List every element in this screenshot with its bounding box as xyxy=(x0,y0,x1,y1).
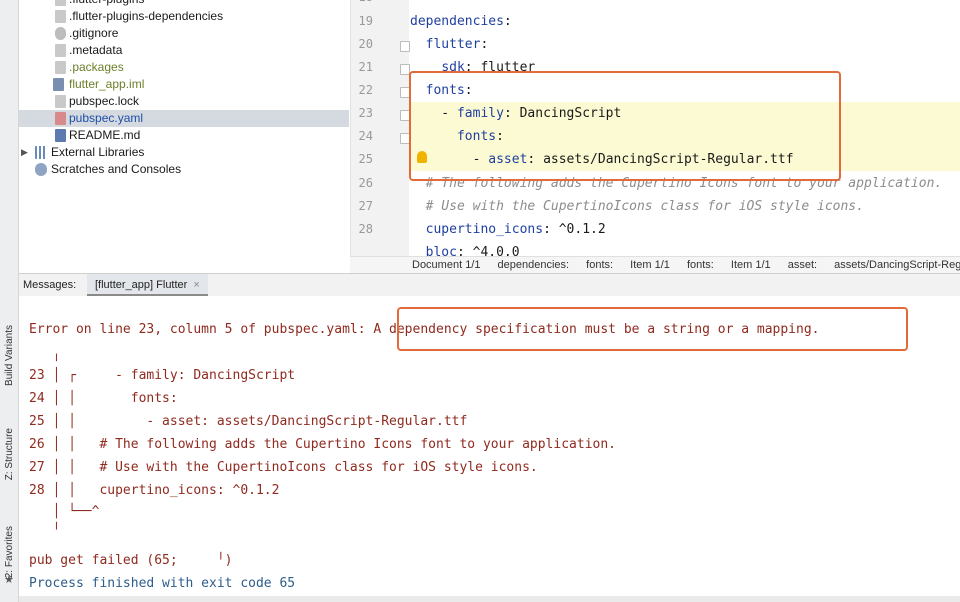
breadcrumb-item[interactable]: asset: xyxy=(788,259,817,271)
console-line: 25 │ │ - asset: assets/DancingScript-Reg… xyxy=(29,414,468,429)
breadcrumb-item[interactable]: fonts: xyxy=(687,259,714,271)
messages-toolbar: Messages: [flutter_app] Flutter × xyxy=(19,273,960,297)
line-number: 26 xyxy=(358,176,373,190)
code-line: # Use with the CupertinoIcons class for … xyxy=(425,199,864,214)
line-number: 23 xyxy=(358,106,373,120)
line-number: 24 xyxy=(358,129,373,143)
console-line: 23 │ ┌ - family: DancingScript xyxy=(29,368,296,383)
tree-item[interactable]: .metadata xyxy=(19,42,349,59)
console-line: 28 │ │ cupertino_icons: ^0.1.2 xyxy=(29,483,280,498)
code-line: dependencies: xyxy=(410,14,512,29)
code-line: flutter: xyxy=(425,37,489,52)
close-icon[interactable]: × xyxy=(193,279,199,291)
status-strip xyxy=(19,596,960,602)
console-line: ╷ xyxy=(29,347,61,362)
tree-item-selected[interactable]: pubspec.yaml xyxy=(19,110,349,127)
code-line: bloc: ^4.0.0 xyxy=(425,245,520,256)
highlight-box-error xyxy=(397,307,908,351)
breadcrumb-item[interactable]: Item 1/1 xyxy=(731,259,771,271)
star-icon: ★ xyxy=(4,574,14,586)
fold-marker-icon[interactable] xyxy=(400,41,410,52)
file-icon xyxy=(55,61,66,74)
project-tree: .flutter-plugins .flutter-plugins-depend… xyxy=(19,0,349,272)
module-icon xyxy=(53,78,64,91)
breadcrumb-item[interactable]: dependencies: xyxy=(498,259,570,271)
console-line: 27 │ │ # Use with the CupertinoIcons cla… xyxy=(29,460,538,475)
highlight-box-editor xyxy=(409,71,841,181)
line-number: 22 xyxy=(358,83,373,97)
scratches-icon xyxy=(35,163,47,176)
console-line: pub get failed (65; ╵) xyxy=(29,553,233,568)
tree-item[interactable]: flutter_app.iml xyxy=(19,76,349,93)
messages-label: Messages: xyxy=(23,279,77,291)
line-number: 18 xyxy=(351,0,373,4)
tree-item[interactable]: README.md xyxy=(19,127,349,144)
tree-item[interactable]: pubspec.lock xyxy=(19,93,349,110)
expand-arrow-icon[interactable]: ▶ xyxy=(21,144,28,161)
tree-item[interactable]: .packages xyxy=(19,59,349,76)
console-line: 26 │ │ # The following adds the Cupertin… xyxy=(29,437,616,452)
breadcrumb-item[interactable]: fonts: xyxy=(586,259,613,271)
structure-tab[interactable]: Z: Structure xyxy=(0,420,18,488)
breadcrumb-item[interactable]: Document 1/1 xyxy=(412,259,480,271)
tree-item[interactable]: ▶ External Libraries xyxy=(19,144,349,161)
file-icon xyxy=(55,10,66,23)
console-line: │ └──^ xyxy=(29,504,100,519)
yaml-file-icon xyxy=(55,112,66,125)
line-number: 21 xyxy=(358,60,373,74)
library-icon xyxy=(35,146,47,159)
breadcrumb[interactable]: Document 1/1 dependencies: fonts: Item 1… xyxy=(350,256,960,273)
breadcrumb-item[interactable]: Item 1/1 xyxy=(630,259,670,271)
build-variants-tab[interactable]: Build Variants xyxy=(0,318,18,392)
line-number: 28 xyxy=(358,222,373,236)
line-number: 19 xyxy=(358,14,373,28)
file-icon xyxy=(55,95,66,108)
process-finished-line: Process finished with exit code 65 xyxy=(29,576,296,591)
tree-item[interactable]: Scratches and Consoles xyxy=(19,161,349,178)
tool-window-strip: Build Variants Z: Structure 2: Favorites… xyxy=(0,0,19,602)
tab-flutter-app[interactable]: [flutter_app] Flutter × xyxy=(87,274,208,296)
line-number: 25 xyxy=(358,152,373,166)
markdown-file-icon xyxy=(55,129,66,142)
line-number: 27 xyxy=(358,199,373,213)
breadcrumb-item[interactable]: assets/DancingScript-Regular.ttf xyxy=(834,259,960,271)
tab-label: [flutter_app] Flutter xyxy=(95,279,188,291)
console-line: 24 │ │ fonts: xyxy=(29,391,178,406)
file-icon xyxy=(55,44,66,57)
code-line: cupertino_icons: ^0.1.2 xyxy=(425,222,606,237)
console-line: ╵ xyxy=(29,523,61,538)
tree-item[interactable]: .flutter-plugins xyxy=(19,0,349,8)
gitignore-icon xyxy=(55,27,66,40)
line-number: 20 xyxy=(358,37,373,51)
file-icon xyxy=(55,0,66,6)
tree-item[interactable]: .gitignore xyxy=(19,25,349,42)
tree-item[interactable]: .flutter-plugins-dependencies xyxy=(19,8,349,25)
